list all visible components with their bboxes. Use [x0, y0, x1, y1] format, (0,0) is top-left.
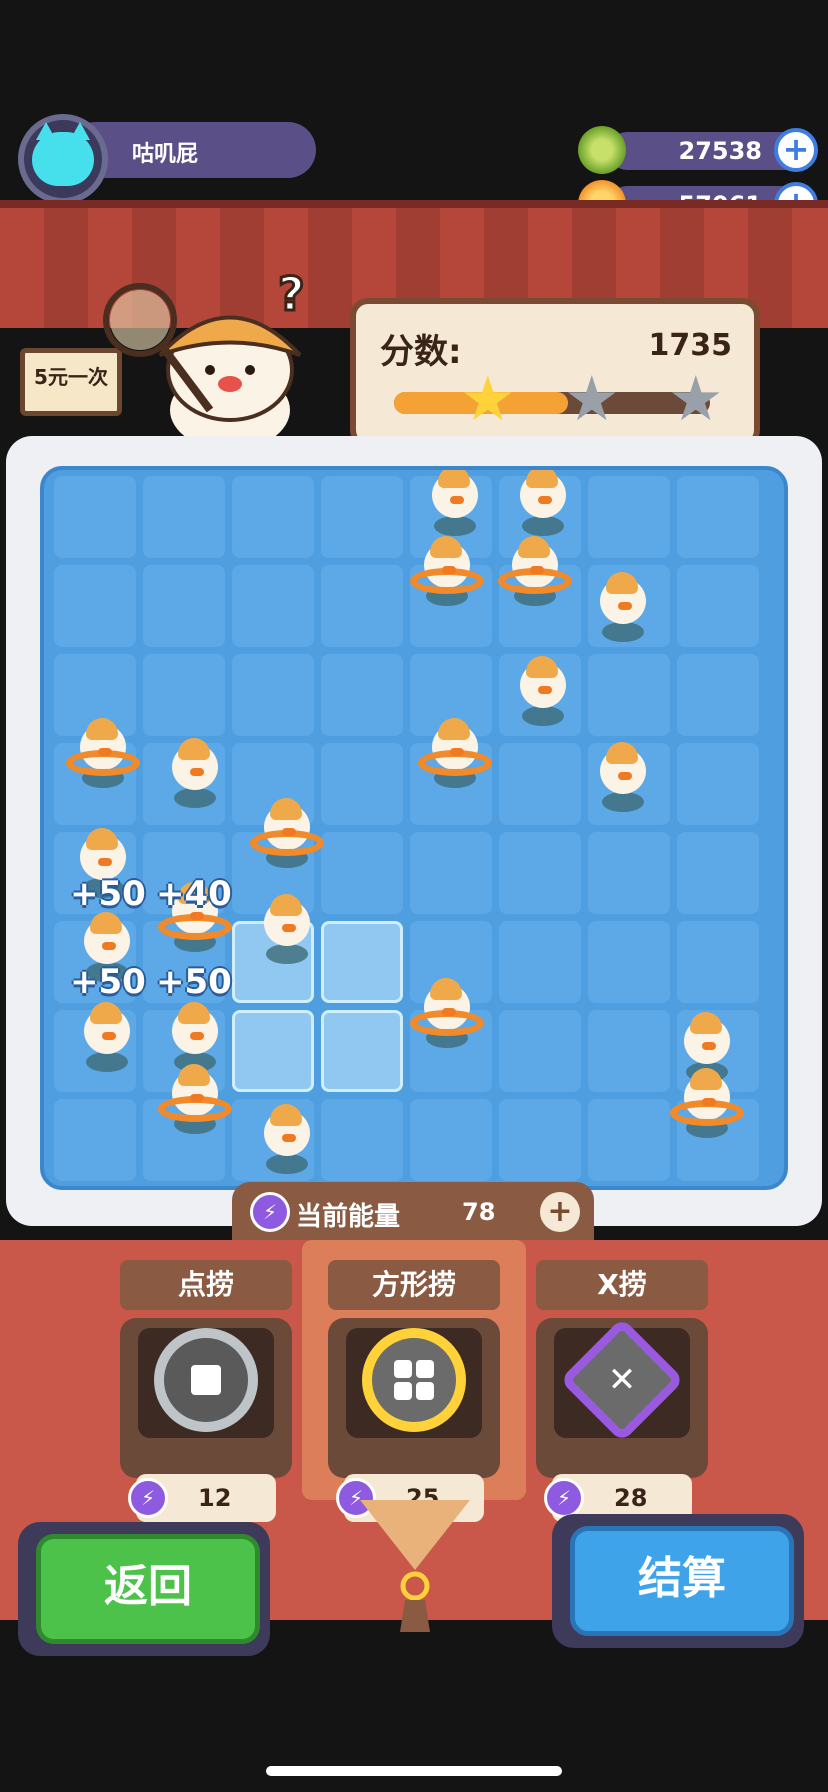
pond-cell[interactable] [321, 832, 403, 914]
duck-creature-icon[interactable] [422, 470, 486, 538]
currency-gem: 27538 + [578, 126, 818, 174]
pond-cell[interactable] [677, 743, 759, 825]
duck-creature-icon[interactable] [590, 740, 654, 814]
star-icon: ★ [668, 362, 724, 435]
pond-cell[interactable] [232, 1010, 314, 1092]
energy-bolt-icon: ⚡ [544, 1478, 584, 1518]
points-popup: +50 [70, 874, 146, 914]
pond-cell[interactable] [677, 654, 759, 736]
pond-cell[interactable] [410, 832, 492, 914]
energy-bolt-icon: ⚡ [128, 1478, 168, 1518]
pond-cell[interactable] [677, 921, 759, 1003]
tool-cost: 28 [614, 1484, 648, 1512]
duck-creature-icon[interactable] [590, 570, 654, 644]
add-energy-button[interactable]: + [540, 1192, 580, 1232]
pond-cell[interactable] [232, 476, 314, 558]
tool-name: X捞 [536, 1260, 708, 1310]
pond-cell[interactable] [321, 565, 403, 647]
pond-cell[interactable] [588, 1010, 670, 1092]
duck-creature-icon[interactable] [162, 736, 226, 810]
duck-with-float-icon[interactable] [410, 976, 484, 1050]
points-popup: +40 [156, 874, 232, 914]
duck-with-float-icon[interactable] [498, 534, 572, 608]
pond-cell[interactable] [232, 565, 314, 647]
settle-button[interactable]: 结算 [570, 1526, 794, 1636]
pond-cell[interactable] [143, 654, 225, 736]
pond-cell[interactable] [143, 476, 225, 558]
pond-cell[interactable] [232, 654, 314, 736]
energy-bolt-icon: ⚡ [250, 1192, 290, 1232]
pond-cell[interactable] [54, 1099, 136, 1181]
pond-cell[interactable] [321, 654, 403, 736]
pond-cell[interactable] [54, 476, 136, 558]
star-icon: ★ [564, 362, 620, 435]
pond-cell[interactable] [499, 921, 581, 1003]
pond-cell[interactable] [54, 565, 136, 647]
pond-cell[interactable] [410, 1099, 492, 1181]
pond-cell[interactable] [588, 921, 670, 1003]
score-panel: 分数: 1735 ★ ★ ★ [350, 298, 760, 448]
pond-cell[interactable] [321, 476, 403, 558]
points-popup: +50 [70, 962, 146, 1002]
duck-creature-icon[interactable] [510, 470, 574, 538]
pond-cell[interactable] [677, 832, 759, 914]
otter-shopkeeper-icon: ? [103, 266, 306, 440]
back-button[interactable]: 返回 [36, 1534, 260, 1644]
player-name: 咕叽屁 [132, 142, 199, 167]
pond-cell[interactable] [588, 476, 670, 558]
single-net-icon [154, 1328, 258, 1432]
duck-with-float-icon[interactable] [418, 716, 492, 790]
hanging-bell-icon [360, 1500, 470, 1632]
player-profile[interactable]: 咕叽屁 [18, 114, 316, 204]
score-label: 分数: [380, 332, 462, 372]
duck-with-float-icon[interactable] [66, 716, 140, 790]
cat-avatar-icon [32, 122, 94, 186]
energy-bar: ⚡ 当前能量 78 + [232, 1182, 594, 1242]
pond-cell[interactable] [588, 1099, 670, 1181]
points-popup: +50 [156, 962, 232, 1002]
duck-with-float-icon[interactable] [670, 1066, 744, 1140]
pond-cell[interactable] [321, 1099, 403, 1181]
duck-creature-icon[interactable] [254, 892, 318, 966]
pond-cell[interactable] [499, 832, 581, 914]
pond-cell[interactable] [321, 743, 403, 825]
duck-creature-icon[interactable] [510, 654, 574, 728]
tool-point-net[interactable]: 点捞 ⚡ 12 [106, 1252, 306, 1522]
pond-cell[interactable] [321, 1010, 403, 1092]
avatar[interactable] [18, 114, 108, 204]
energy-value: 78 [462, 1198, 496, 1226]
gem-count: 27538 [678, 137, 763, 165]
pond-cell[interactable] [499, 1010, 581, 1092]
pond-cell[interactable] [677, 565, 759, 647]
duck-creature-icon[interactable] [254, 1102, 318, 1176]
pond-cell[interactable] [499, 1099, 581, 1181]
pond-cell[interactable] [321, 921, 403, 1003]
pond-cell[interactable] [143, 565, 225, 647]
tool-cost: 12 [198, 1484, 232, 1512]
tool-name: 方形捞 [328, 1260, 500, 1310]
home-indicator[interactable] [266, 1766, 562, 1776]
pond-cell[interactable] [588, 832, 670, 914]
pond-cell[interactable] [588, 654, 670, 736]
svg-text:?: ? [278, 267, 305, 321]
score-value: 1735 [648, 328, 733, 363]
add-gem-button[interactable]: + [774, 128, 818, 172]
duck-with-float-icon[interactable] [410, 534, 484, 608]
star-icon: ★ [460, 362, 516, 435]
duck-with-float-icon[interactable] [250, 796, 324, 870]
fishing-pond-board[interactable]: +50 +40 +50 +50 [40, 466, 788, 1190]
tool-x-net[interactable]: X捞 ✕ ⚡ 28 [522, 1252, 722, 1522]
tool-square-net[interactable]: 方形捞 ⚡ 25 [314, 1252, 514, 1522]
duck-with-float-icon[interactable] [158, 1062, 232, 1136]
score-progress-bar [394, 392, 710, 414]
square-net-icon [362, 1328, 466, 1432]
energy-label: 当前能量 [296, 1202, 401, 1232]
pond-cell[interactable] [677, 476, 759, 558]
tool-name: 点捞 [120, 1260, 292, 1310]
pond-cell[interactable] [499, 743, 581, 825]
duck-creature-icon[interactable] [74, 1000, 138, 1074]
green-gem-icon [578, 126, 626, 174]
